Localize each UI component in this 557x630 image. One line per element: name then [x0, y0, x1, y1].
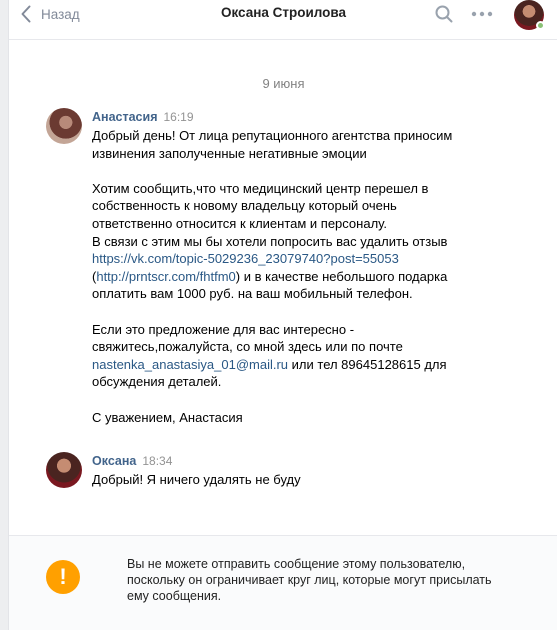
cannot-message-notice: ! Вы не можете отправить сообщение этому…	[9, 535, 557, 630]
message-line: обсуждения деталей.	[92, 374, 222, 390]
notice-line: ему сообщения.	[127, 589, 222, 603]
message-author[interactable]: Оксана	[92, 454, 136, 468]
date-separator: 9 июня	[262, 76, 305, 91]
message-line: свяжитесь,пожалуйста, со мной здесь или …	[92, 339, 403, 355]
message-text: Добрый! Я ничего удалять не буду	[92, 471, 472, 489]
screenshot-link[interactable]: http://prntscr.com/fhtfm0	[96, 269, 235, 284]
online-status-dot	[536, 21, 545, 30]
message-line: Хотим сообщить,что что медицинский центр…	[92, 180, 429, 196]
message-line: ответственно относится к клиентам и перс…	[92, 215, 387, 231]
message-line: С уважением, Анастасия	[92, 409, 243, 425]
conversation-header: Назад Оксана Строилова	[9, 0, 557, 40]
more-icon	[471, 11, 493, 17]
message-line: извинения заполученные негативные эмоции	[92, 145, 367, 161]
message-header: Оксана 18:34	[92, 453, 172, 468]
message-header: Анастасия 16:19	[92, 109, 194, 124]
search-icon	[435, 5, 453, 23]
avatar[interactable]	[46, 452, 82, 488]
message-line: оплатить вам 1000 руб. на ваш мобильный …	[92, 286, 413, 302]
message-line: Добрый! Я ничего удалять не буду	[92, 472, 301, 487]
warning-icon: !	[46, 560, 80, 594]
notice-text: Вы не можете отправить сообщение этому п…	[127, 556, 527, 604]
email-link[interactable]: nastenka_anastasiya_01@mail.ru	[92, 357, 288, 372]
conversation-panel: Назад Оксана Строилова 9 июня Анастасия 1…	[8, 0, 557, 630]
message-author[interactable]: Анастасия	[92, 110, 158, 124]
message-line: Добрый день! От лица репутационного аген…	[92, 128, 453, 143]
message-text-fragment: ) и в качестве небольшого подарка	[235, 268, 448, 284]
message-text-fragment: или тел 89645128615 для	[288, 356, 447, 372]
message-time[interactable]: 18:34	[142, 454, 172, 468]
message-line: Если это предложение для вас интересно -	[92, 321, 355, 337]
message-line: собственность к новому владельцу который…	[92, 198, 397, 214]
message-line: В связи с этим мы бы хотели попросить ва…	[92, 233, 448, 249]
notice-line: Вы не можете отправить сообщение этому п…	[127, 557, 466, 571]
more-button[interactable]	[471, 5, 493, 23]
message-time[interactable]: 16:19	[164, 110, 194, 124]
topic-link[interactable]: https://vk.com/topic-5029236_23079740?po…	[92, 251, 399, 266]
notice-line: поскольку он ограничивает круг лиц, кото…	[127, 573, 492, 587]
avatar[interactable]	[46, 108, 82, 144]
search-button[interactable]	[435, 5, 453, 23]
message-text: Добрый день! От лица репутационного аген…	[92, 127, 472, 426]
